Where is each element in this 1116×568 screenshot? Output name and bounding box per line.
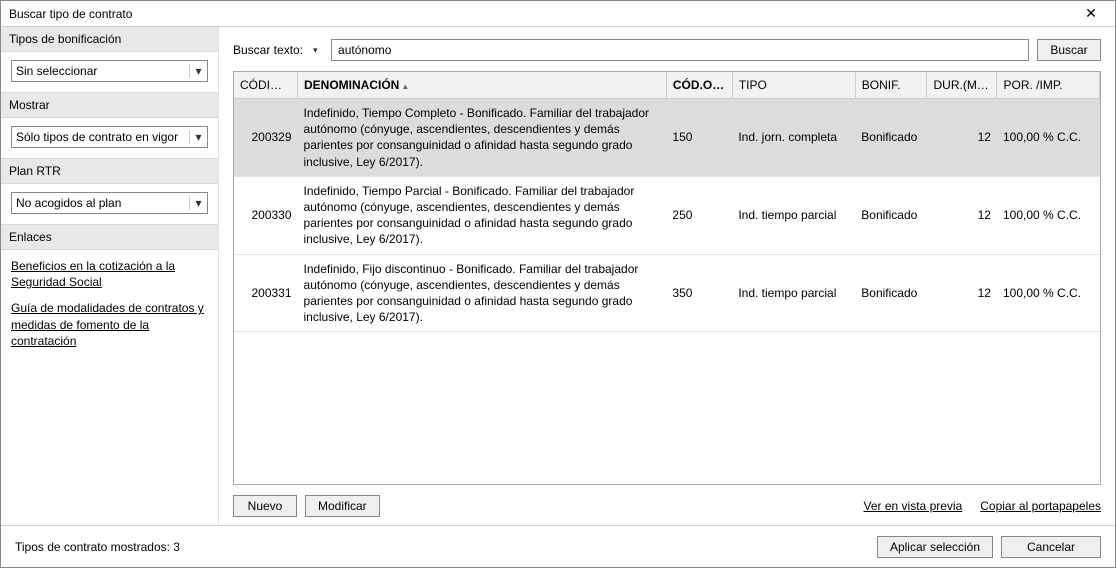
cancelar-button[interactable]: Cancelar	[1001, 536, 1101, 558]
chevron-down-icon: ▾	[189, 130, 203, 144]
col-dur[interactable]: DUR.(M…	[927, 72, 997, 99]
status-text: Tipos de contrato mostrados: 3	[15, 540, 180, 554]
cell-denominacion: Indefinido, Fijo discontinuo - Bonificad…	[298, 254, 667, 332]
main-panel: Buscar texto: ▾ Buscar CÓDI… DENOMINACIÓ…	[219, 27, 1115, 525]
cell-tipo: Ind. jorn. completa	[732, 99, 855, 177]
cell-porimp: 100,00 % C.C.	[997, 176, 1100, 254]
section-header-plan-rtr: Plan RTR	[1, 158, 218, 184]
plan-rtr-value: No acogidos al plan	[16, 196, 121, 210]
sidebar: Tipos de bonificación Sin seleccionar ▾ …	[1, 27, 219, 525]
cell-codigo: 200331	[234, 254, 298, 332]
titlebar: Buscar tipo de contrato ✕	[1, 1, 1115, 27]
table-row[interactable]: 200329Indefinido, Tiempo Completo - Boni…	[234, 99, 1100, 177]
section-header-tipos-bonificacion: Tipos de bonificación	[1, 27, 218, 52]
cell-denominacion: Indefinido, Tiempo Parcial - Bonificado.…	[298, 176, 667, 254]
cell-denominacion: Indefinido, Tiempo Completo - Bonificado…	[298, 99, 667, 177]
results-grid[interactable]: CÓDI… DENOMINACIÓN▲ CÓD.O… TIPO BONIF. D…	[233, 71, 1101, 485]
nuevo-button[interactable]: Nuevo	[233, 495, 297, 517]
mostrar-value: Sólo tipos de contrato en vigor	[16, 130, 178, 144]
cell-codigo: 200329	[234, 99, 298, 177]
tipos-bonificacion-value: Sin seleccionar	[16, 64, 97, 78]
cell-tipo: Ind. tiempo parcial	[732, 254, 855, 332]
col-porimp[interactable]: POR. /IMP.	[997, 72, 1100, 99]
cell-tipo: Ind. tiempo parcial	[732, 176, 855, 254]
col-bonif[interactable]: BONIF.	[855, 72, 927, 99]
modificar-button[interactable]: Modificar	[305, 495, 380, 517]
section-header-mostrar: Mostrar	[1, 92, 218, 118]
cell-codo: 250	[666, 176, 732, 254]
grid-header-row: CÓDI… DENOMINACIÓN▲ CÓD.O… TIPO BONIF. D…	[234, 72, 1100, 99]
col-tipo[interactable]: TIPO	[732, 72, 855, 99]
link-beneficios-cotizacion[interactable]: Beneficios en la cotización a la Segurid…	[11, 258, 208, 290]
cell-codo: 150	[666, 99, 732, 177]
table-row[interactable]: 200331Indefinido, Fijo discontinuo - Bon…	[234, 254, 1100, 332]
close-icon[interactable]: ✕	[1073, 2, 1109, 26]
chevron-down-icon: ▾	[189, 196, 203, 210]
chevron-down-icon[interactable]: ▾	[313, 45, 323, 56]
cell-porimp: 100,00 % C.C.	[997, 99, 1100, 177]
link-guia-modalidades[interactable]: Guía de modalidades de contratos y medid…	[11, 300, 208, 349]
section-header-enlaces: Enlaces	[1, 224, 218, 250]
tipos-bonificacion-select[interactable]: Sin seleccionar ▾	[11, 60, 208, 82]
plan-rtr-select[interactable]: No acogidos al plan ▾	[11, 192, 208, 214]
table-row[interactable]: 200330Indefinido, Tiempo Parcial - Bonif…	[234, 176, 1100, 254]
cell-codigo: 200330	[234, 176, 298, 254]
col-codo[interactable]: CÓD.O…	[666, 72, 732, 99]
cell-dur: 12	[927, 99, 997, 177]
link-copiar-portapapeles[interactable]: Copiar al portapapeles	[980, 499, 1101, 513]
cell-bonif: Bonificado	[855, 176, 927, 254]
footer: Tipos de contrato mostrados: 3 Aplicar s…	[1, 525, 1115, 567]
search-button[interactable]: Buscar	[1037, 39, 1101, 61]
col-denominacion[interactable]: DENOMINACIÓN▲	[298, 72, 667, 99]
cell-porimp: 100,00 % C.C.	[997, 254, 1100, 332]
window-title: Buscar tipo de contrato	[9, 7, 1073, 21]
cell-codo: 350	[666, 254, 732, 332]
aplicar-seleccion-button[interactable]: Aplicar selección	[877, 536, 993, 558]
search-label: Buscar texto:	[233, 43, 305, 57]
chevron-down-icon: ▾	[189, 64, 203, 78]
cell-dur: 12	[927, 176, 997, 254]
search-input[interactable]	[331, 39, 1029, 61]
link-vista-previa[interactable]: Ver en vista previa	[864, 499, 963, 513]
mostrar-select[interactable]: Sólo tipos de contrato en vigor ▾	[11, 126, 208, 148]
cell-dur: 12	[927, 254, 997, 332]
cell-bonif: Bonificado	[855, 254, 927, 332]
col-codigo[interactable]: CÓDI…	[234, 72, 298, 99]
cell-bonif: Bonificado	[855, 99, 927, 177]
